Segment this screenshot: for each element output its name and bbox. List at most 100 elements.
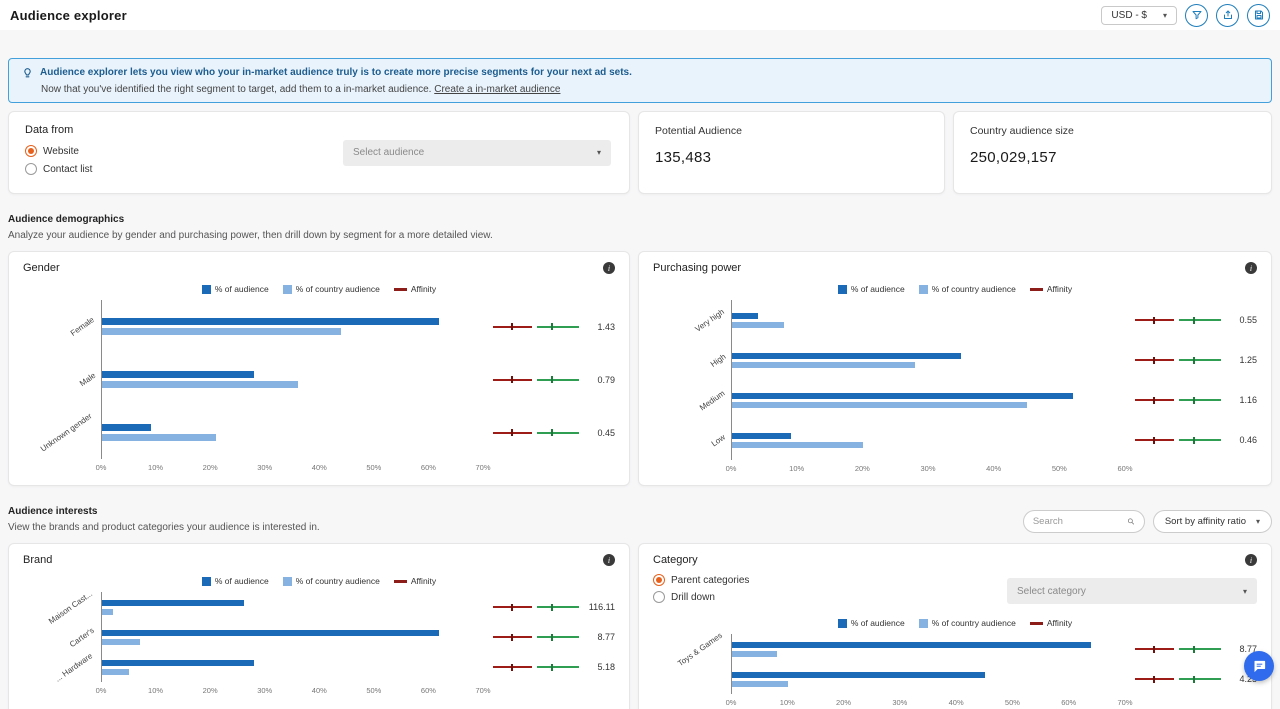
search-box (1023, 510, 1145, 533)
bar-group (101, 592, 483, 622)
legend-audience-label: % of audience (851, 284, 905, 294)
legend-audience-label: % of audience (215, 576, 269, 586)
bar-group (101, 652, 483, 682)
legend-country-label: % of country audience (296, 284, 380, 294)
chart-legend: % of audience % of country audience Affi… (653, 284, 1257, 294)
affinity-cell: 0.55 (1125, 300, 1257, 340)
chat-icon (1252, 659, 1267, 674)
affinity-indicator (493, 603, 579, 612)
info-banner: Audience explorer lets you view who your… (8, 58, 1272, 103)
currency-label: USD - $ (1111, 10, 1147, 21)
radio-contact-list[interactable]: Contact list (25, 163, 92, 175)
chart-row: Male 0.79 (23, 353, 615, 406)
search-input[interactable] (1033, 516, 1123, 527)
save-button[interactable] (1247, 4, 1270, 27)
legend-affinity-label: Affinity (1047, 618, 1072, 628)
brand-chart: Maison Cast...116.11Carter's8.77... Hard… (23, 592, 615, 697)
country-audience-bar (102, 639, 140, 645)
purchasing-power-card: Purchasing power i % of audience % of co… (638, 251, 1272, 486)
top-bar-actions: USD - $ ▾ (1101, 4, 1270, 27)
data-from-card: Data from Website Contact list Select au… (8, 111, 630, 194)
audience-legend-swatch (202, 285, 211, 294)
info-icon[interactable]: i (1245, 554, 1257, 566)
affinity-legend-swatch (394, 288, 407, 291)
chart-row: Low0.46 (653, 420, 1257, 460)
interests-controls: Sort by affinity ratio ▾ (1023, 510, 1272, 533)
country-audience-bar (102, 434, 216, 441)
country-audience-bar (102, 328, 341, 335)
country-legend-swatch (919, 619, 928, 628)
audience-legend-swatch (838, 285, 847, 294)
radio-website-label: Website (43, 146, 79, 157)
country-audience-bar (732, 681, 788, 687)
purchasing-power-chart: Very high0.55High1.25Medium1.16Low0.460%… (653, 300, 1257, 475)
bar-group (731, 420, 1125, 460)
audience-bar (732, 353, 961, 359)
country-audience-label: Country audience size (970, 125, 1255, 137)
chat-button[interactable] (1244, 651, 1274, 681)
radio-drill-down-dot (653, 591, 665, 603)
demographics-charts-row: Gender i % of audience % of country audi… (8, 251, 1272, 486)
radio-parent-categories-label: Parent categories (671, 575, 749, 586)
chart-row: Medium1.16 (653, 380, 1257, 420)
bar-group (101, 406, 483, 459)
affinity-indicator (493, 663, 579, 672)
category-controls: Parent categories Drill down Select cate… (653, 574, 1257, 608)
sort-label: Sort by affinity ratio (1165, 516, 1246, 527)
purchasing-power-card-title: Purchasing power (653, 262, 741, 274)
category-label: High (653, 340, 731, 380)
category-label: Toys & Games (653, 634, 731, 664)
gender-card: Gender i % of audience % of country audi… (8, 251, 630, 486)
chart-row: High1.25 (653, 340, 1257, 380)
info-icon[interactable]: i (603, 262, 615, 274)
radio-parent-categories[interactable]: Parent categories (653, 574, 749, 586)
chart-row: Maison Cast...116.11 (23, 592, 615, 622)
currency-selector[interactable]: USD - $ ▾ (1101, 6, 1177, 25)
banner-line2: Now that you've identified the right seg… (41, 84, 431, 95)
create-in-market-audience-link[interactable]: Create a in-market audience (434, 84, 560, 95)
affinity-cell: 4.25 (1125, 664, 1257, 694)
interests-charts-row: Brand i % of audience % of country audie… (8, 543, 1272, 709)
interests-section-header: Audience interests View the brands and p… (8, 506, 1272, 533)
country-audience-bar (102, 381, 298, 388)
bar-group (101, 622, 483, 652)
legend-country-label: % of country audience (932, 284, 1016, 294)
affinity-legend-swatch (1030, 288, 1043, 291)
interests-subtitle: View the brands and product categories y… (8, 522, 320, 533)
affinity-indicator (1135, 675, 1221, 684)
country-audience-value: 250,029,157 (970, 149, 1255, 166)
potential-audience-card: Potential Audience 135,483 (638, 111, 945, 194)
audience-bar (102, 318, 439, 325)
category-label: Male (23, 353, 101, 406)
chart-legend: % of audience % of country audience Affi… (653, 618, 1257, 628)
category-label: Female (23, 300, 101, 353)
brand-card: Brand i % of audience % of country audie… (8, 543, 630, 709)
country-audience-bar (102, 609, 113, 615)
filter-button[interactable] (1185, 4, 1208, 27)
page-title: Audience explorer (10, 8, 127, 23)
info-icon[interactable]: i (603, 554, 615, 566)
affinity-value: 1.16 (1239, 395, 1257, 405)
affinity-cell: 0.79 (483, 353, 615, 406)
affinity-indicator (493, 375, 579, 384)
info-icon[interactable]: i (1245, 262, 1257, 274)
x-axis: 0%10%20%30%40%50%60%70% (101, 682, 483, 697)
filter-icon (1191, 9, 1203, 21)
lightbulb-icon (21, 66, 34, 79)
export-button[interactable] (1216, 4, 1239, 27)
radio-drill-down[interactable]: Drill down (653, 591, 749, 603)
affinity-value: 0.79 (597, 375, 615, 385)
data-from-title: Data from (25, 124, 92, 136)
interests-title: Audience interests (8, 506, 320, 517)
select-category-dropdown[interactable]: Select category ▾ (1007, 578, 1257, 604)
radio-website[interactable]: Website (25, 145, 92, 157)
bar-group (731, 300, 1125, 340)
category-label: Very high (653, 300, 731, 340)
select-category-placeholder: Select category (1017, 586, 1086, 597)
country-audience-bar (732, 651, 777, 657)
chart-row: ... Hardware5.18 (23, 652, 615, 682)
sort-dropdown[interactable]: Sort by affinity ratio ▾ (1153, 510, 1272, 533)
audience-bar (102, 424, 151, 431)
chevron-down-icon: ▾ (1243, 587, 1247, 596)
select-audience-dropdown[interactable]: Select audience ▾ (343, 140, 611, 166)
